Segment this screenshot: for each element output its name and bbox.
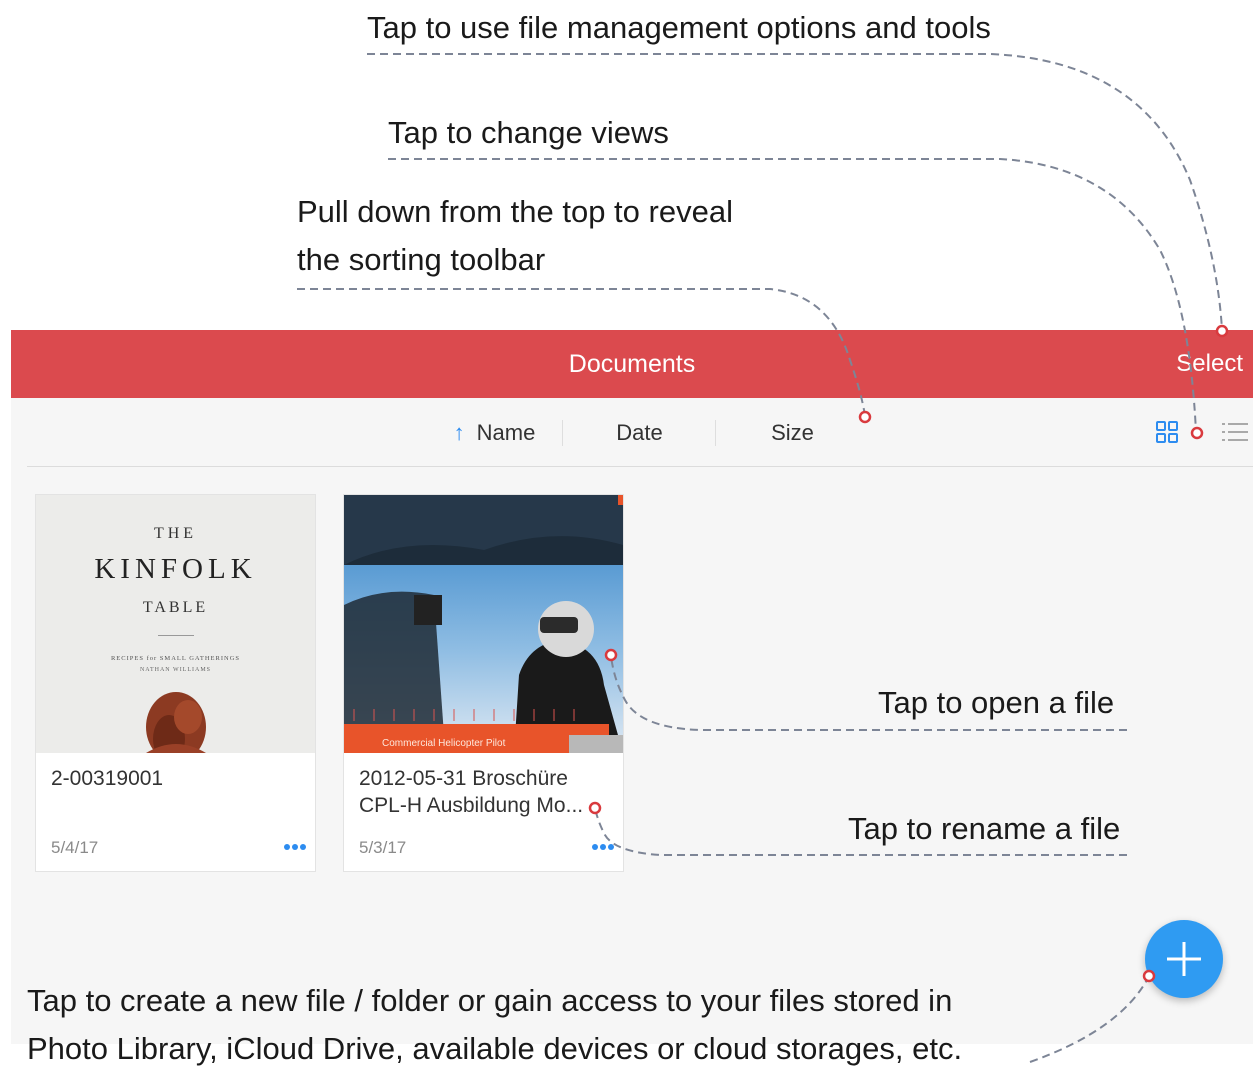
sort-divider bbox=[562, 420, 563, 446]
callout-sorting-line2: the sorting toolbar bbox=[297, 242, 546, 277]
sort-divider bbox=[715, 420, 716, 446]
callout-rename-file: Tap to rename a file bbox=[848, 811, 1121, 846]
cover-banner-text: Commercial Helicopter Pilot bbox=[382, 738, 506, 749]
navigation-bar: Documents Select bbox=[11, 330, 1253, 398]
file-name[interactable]: 2012-05-31 Broschüre CPL-H Ausbildung Mo… bbox=[359, 765, 614, 819]
add-new-button[interactable] bbox=[1145, 920, 1223, 998]
plus-icon bbox=[1167, 942, 1201, 976]
file-date: 5/3/17 bbox=[359, 838, 407, 857]
callout-create-line2: Photo Library, iCloud Drive, available d… bbox=[27, 1031, 963, 1066]
sort-by-name-button[interactable]: ↑ Name bbox=[427, 398, 562, 466]
more-options-icon[interactable] bbox=[591, 843, 615, 851]
file-thumbnail-kinfolk[interactable]: THE KINFOLK TABLE RECIPES for SMALL GATH… bbox=[36, 495, 315, 753]
file-card[interactable]: Commercial Helicopter Pilot 2012-05-31 B… bbox=[343, 494, 624, 872]
more-options-icon[interactable] bbox=[283, 843, 307, 851]
file-thumbnail-helicopter[interactable]: Commercial Helicopter Pilot bbox=[344, 495, 623, 753]
sort-name-label: Name bbox=[476, 420, 536, 445]
helicopter-photo bbox=[344, 495, 623, 753]
callout-sorting-line1: Pull down from the top to reveal bbox=[297, 194, 733, 229]
callout-change-views: Tap to change views bbox=[388, 115, 669, 150]
sort-ascending-arrow-icon: ↑ bbox=[453, 420, 465, 445]
sorting-toolbar: ↑ Name Date Size bbox=[27, 398, 1253, 467]
select-button[interactable]: Select bbox=[1176, 330, 1243, 398]
file-date: 5/4/17 bbox=[51, 838, 99, 857]
file-name[interactable]: 2-00319001 bbox=[51, 765, 306, 792]
page-title: Documents bbox=[568, 350, 696, 378]
cover-portrait-illustration bbox=[146, 692, 206, 753]
callout-create-line1: Tap to create a new file / folder or gai… bbox=[27, 983, 953, 1018]
grid-view-icon[interactable] bbox=[1155, 420, 1179, 444]
sort-by-size-button[interactable]: Size bbox=[725, 398, 860, 466]
file-card[interactable]: THE KINFOLK TABLE RECIPES for SMALL GATH… bbox=[35, 494, 316, 872]
callout-file-management: Tap to use file management options and t… bbox=[367, 10, 991, 45]
list-view-icon[interactable] bbox=[1221, 420, 1249, 444]
callout-open-file: Tap to open a file bbox=[878, 685, 1115, 720]
sort-by-date-button[interactable]: Date bbox=[572, 398, 707, 466]
